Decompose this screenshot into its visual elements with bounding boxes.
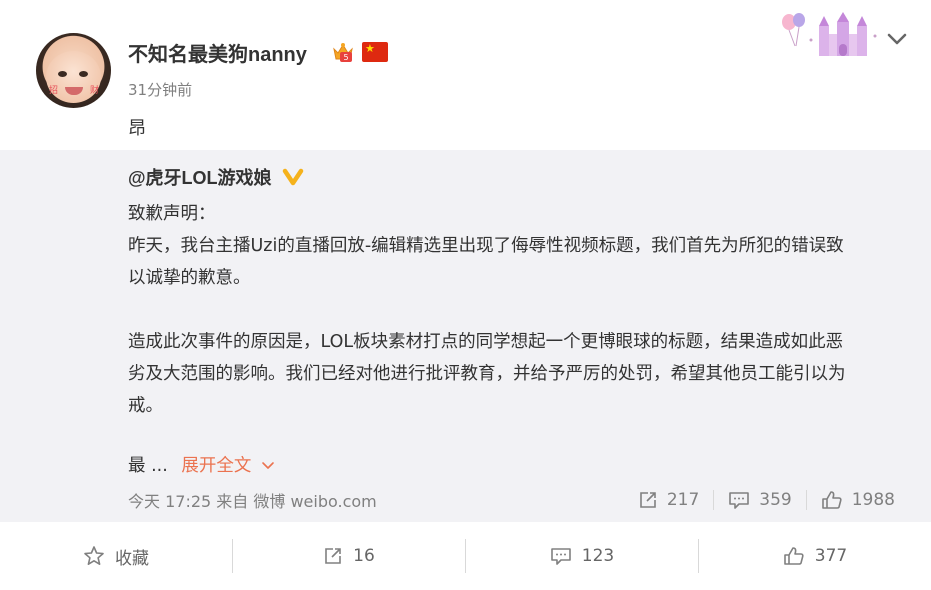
username[interactable]: 不知名最美狗nanny [128, 38, 307, 67]
vip-crown-icon[interactable]: 5 [331, 41, 355, 63]
avatar-face: 招 财 [46, 51, 101, 103]
origin-like-button[interactable]: 1988 [807, 488, 909, 512]
like-icon [783, 547, 804, 565]
origin-comment-button[interactable]: 359 [714, 488, 805, 512]
repost-button[interactable]: 16 [233, 539, 465, 573]
avatar-tag-left: 招 [49, 86, 59, 96]
favorite-label: 收藏 [115, 548, 149, 569]
truncated-prefix: 最 ... [128, 456, 168, 476]
expand-label: 展开全文 [181, 456, 252, 476]
comment-icon [729, 492, 750, 509]
expand-full-text-link[interactable]: 展开全文 [181, 456, 275, 476]
origin-repost-count: 217 [666, 490, 700, 510]
star-icon [84, 546, 104, 566]
origin-repost-button[interactable]: 217 [624, 488, 713, 512]
origin-line: 以诚挚的歉意。 [128, 268, 251, 288]
post-text: 昂 [128, 118, 146, 139]
repost-icon [325, 548, 341, 564]
origin-actions: 217 359 1988 [624, 486, 909, 514]
like-icon [821, 491, 842, 509]
verified-v-icon [282, 168, 304, 186]
chevron-down-icon[interactable] [886, 31, 908, 47]
origin-body: 致歉声明： 昨天，我台主播Uzi的直播回放-编辑精选里出现了侮辱性视频标题，我们… [128, 198, 918, 422]
origin-meta[interactable]: 今天 17:25 来自 微博 weibo.com [128, 488, 377, 512]
comment-button[interactable]: 123 [466, 539, 698, 573]
truncated-row: 最 ... 展开全文 [128, 452, 275, 477]
repost-icon [640, 492, 656, 508]
castle-badge-icon[interactable] [775, 12, 885, 60]
repost-count: 16 [353, 546, 375, 566]
origin-line: 造成此次事件的原因是，LOL板块素材打点的同学想起一个更博眼球的标题，结果造成如… [128, 332, 844, 352]
comment-count: 123 [581, 546, 615, 566]
origin-line: 戒。 [128, 396, 163, 416]
post-timestamp[interactable]: 31分钟前 [128, 79, 192, 100]
origin-line: 昨天，我台主播Uzi的直播回放-编辑精选里出现了侮辱性视频标题，我们首先为所犯的… [128, 236, 844, 256]
svg-text:5: 5 [343, 53, 348, 62]
comment-icon [550, 548, 571, 565]
origin-comment-count: 359 [759, 490, 792, 510]
origin-line: 致歉声明： [128, 204, 216, 224]
avatar-tag-right: 财 [90, 86, 100, 96]
like-button[interactable]: 377 [699, 539, 931, 573]
origin-author[interactable]: @虎牙LOL游戏娘 [128, 164, 272, 190]
repost-box: @虎牙LOL游戏娘 致歉声明： 昨天，我台主播Uzi的直播回放-编辑精选里出现了… [0, 150, 931, 522]
avatar[interactable]: 招 财 [36, 33, 111, 108]
favorite-button[interactable]: 收藏 [0, 539, 232, 573]
origin-like-count: 1988 [851, 490, 895, 510]
action-bar: 收藏 16 123 377 [0, 522, 931, 590]
origin-line: 劣及大范围的影响。我们已经对他进行批评教育，并给予严厉的处罚，希望其他员工能引以… [128, 364, 846, 384]
like-count: 377 [814, 546, 848, 566]
origin-line-blank [128, 294, 918, 326]
chevron-down-icon [262, 462, 274, 469]
weibo-card: 招 财 不知名最美狗nanny 5 ★ 31分钟前 昂 @虎牙LOL游戏娘 致歉… [0, 0, 931, 590]
china-flag-icon: ★ [362, 42, 388, 62]
